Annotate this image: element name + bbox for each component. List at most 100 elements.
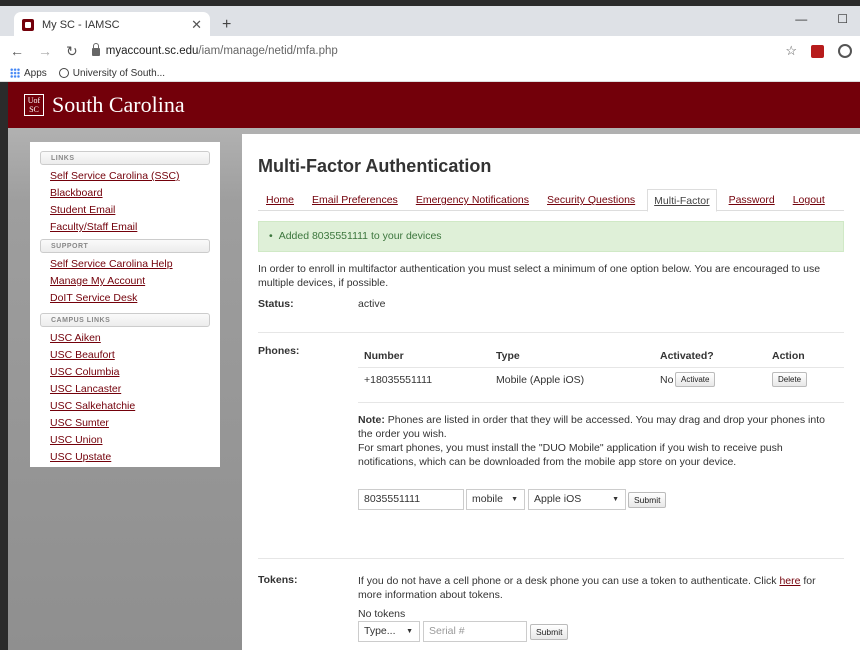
status-value: active bbox=[358, 298, 386, 310]
phone-number-input[interactable]: 8035551111 bbox=[358, 489, 464, 510]
sidebar-link-union[interactable]: USC Union bbox=[40, 432, 210, 449]
bookmark-apps[interactable]: Apps bbox=[10, 68, 47, 79]
phone-os-select-value: Apple iOS bbox=[534, 493, 582, 505]
tab-email-preferences[interactable]: Email Preferences bbox=[312, 189, 398, 210]
new-tab-icon[interactable]: + bbox=[222, 16, 231, 34]
sidebar: LINKS Self Service Carolina (SSC) Blackb… bbox=[30, 142, 220, 467]
tab-password[interactable]: Password bbox=[729, 189, 775, 210]
url-path: /iam/manage/netid/mfa.php bbox=[198, 45, 338, 57]
apps-grid-icon bbox=[10, 68, 20, 79]
site-header: Uof SC South Carolina bbox=[8, 82, 860, 128]
note-bold: Note: bbox=[358, 414, 385, 426]
dropdown-caret-icon: ▼ bbox=[511, 496, 518, 503]
col-action: Action bbox=[772, 350, 805, 362]
phones-note: Note: Phones are listed in order that th… bbox=[358, 413, 838, 469]
status-label: Status: bbox=[258, 298, 294, 310]
tab-emergency-notifications[interactable]: Emergency Notifications bbox=[416, 189, 529, 210]
tokens-text-before: If you do not have a cell phone or a des… bbox=[358, 575, 780, 587]
profile-icon[interactable] bbox=[838, 44, 852, 58]
activate-button[interactable]: Activate bbox=[675, 372, 716, 387]
browser-tabstrip: My SC - IAMSC ✕ + — ☐ bbox=[0, 6, 860, 38]
address-bar[interactable]: myaccount.sc.edu/iam/manage/netid/mfa.ph… bbox=[106, 45, 338, 57]
sidebar-link-service-desk[interactable]: DoIT Service Desk bbox=[40, 290, 210, 307]
enroll-instructions: In order to enroll in multifactor authen… bbox=[258, 263, 821, 289]
col-type: Type bbox=[496, 350, 520, 362]
minimize-icon[interactable]: — bbox=[795, 12, 807, 26]
tab-multi-factor[interactable]: Multi-Factor bbox=[647, 189, 717, 212]
serial-number-input[interactable]: Serial # bbox=[423, 621, 527, 642]
page-title: Multi-Factor Authentication bbox=[258, 156, 492, 176]
note-text-2: For smart phones, you must install the "… bbox=[358, 442, 783, 468]
tab-title: My SC - IAMSC bbox=[42, 19, 120, 31]
phone-type-select-value: mobile bbox=[472, 493, 503, 505]
browser-tab[interactable]: My SC - IAMSC ✕ bbox=[14, 12, 210, 38]
table-divider bbox=[358, 367, 844, 368]
bookmark-usc[interactable]: University of South... bbox=[58, 68, 165, 79]
sidebar-heading-campus: CAMPUS LINKS bbox=[40, 313, 210, 327]
usc-logo[interactable]: Uof SC bbox=[24, 94, 44, 116]
lock-icon bbox=[91, 43, 100, 56]
divider-2 bbox=[258, 558, 844, 559]
dropdown-caret-icon: ▼ bbox=[612, 496, 619, 503]
dropdown-caret-icon: ▼ bbox=[406, 628, 413, 635]
usc-favicon-icon bbox=[22, 19, 34, 31]
forward-arrow-icon[interactable]: → bbox=[38, 43, 52, 59]
sidebar-link-columbia[interactable]: USC Columbia bbox=[40, 364, 210, 381]
no-tokens-text: No tokens bbox=[358, 608, 406, 620]
col-number: Number bbox=[364, 350, 404, 362]
account-tabs: Home Email Preferences Emergency Notific… bbox=[258, 189, 844, 212]
sidebar-link-aiken[interactable]: USC Aiken bbox=[40, 330, 210, 347]
sidebar-heading-support: SUPPORT bbox=[40, 239, 210, 253]
logo-line1: Uof bbox=[27, 96, 41, 105]
page-viewport: Uof SC South Carolina LINKS Self Service… bbox=[8, 82, 860, 650]
sidebar-link-blackboard[interactable]: Blackboard bbox=[40, 185, 210, 202]
tab-home[interactable]: Home bbox=[266, 189, 294, 210]
sidebar-link-student-email[interactable]: Student Email bbox=[40, 202, 210, 219]
success-alert: Added 8035551111 to your devices bbox=[258, 221, 844, 252]
back-arrow-icon[interactable]: ← bbox=[10, 43, 24, 59]
bookmarks-bar: Apps University of South... bbox=[0, 66, 860, 82]
reload-icon[interactable]: ↻ bbox=[66, 43, 78, 60]
maximize-icon[interactable]: ☐ bbox=[837, 12, 848, 26]
bookmark-apps-label: Apps bbox=[24, 68, 47, 79]
window-controls: — ☐ bbox=[795, 12, 848, 26]
add-token-submit-button[interactable]: Submit bbox=[530, 624, 569, 640]
delete-button[interactable]: Delete bbox=[772, 372, 808, 387]
sidebar-link-manage-account[interactable]: Manage My Account bbox=[40, 273, 210, 290]
token-type-select[interactable]: Type... ▼ bbox=[358, 621, 420, 642]
site-name[interactable]: South Carolina bbox=[52, 92, 185, 118]
close-tab-icon[interactable]: ✕ bbox=[191, 17, 202, 33]
url-host: myaccount.sc.edu bbox=[105, 45, 199, 57]
note-text: Phones are listed in order that they wil… bbox=[358, 414, 825, 440]
phone-type: Mobile (Apple iOS) bbox=[496, 374, 585, 386]
tab-logout[interactable]: Logout bbox=[793, 189, 825, 210]
sidebar-link-salkehatchie[interactable]: USC Salkehatchie bbox=[40, 398, 210, 415]
globe-icon bbox=[58, 68, 69, 79]
sidebar-heading-links: LINKS bbox=[40, 151, 210, 165]
phone-type-select[interactable]: mobile ▼ bbox=[466, 489, 525, 510]
tab-security-questions[interactable]: Security Questions bbox=[547, 189, 635, 210]
col-activated: Activated? bbox=[660, 350, 714, 362]
phone-os-select[interactable]: Apple iOS ▼ bbox=[528, 489, 626, 510]
tokens-text: If you do not have a cell phone or a des… bbox=[358, 574, 838, 602]
sidebar-link-lancaster[interactable]: USC Lancaster bbox=[40, 381, 210, 398]
tokens-info-link[interactable]: here bbox=[779, 575, 800, 587]
sidebar-link-upstate[interactable]: USC Upstate bbox=[40, 449, 210, 466]
sidebar-link-faculty-email[interactable]: Faculty/Staff Email bbox=[40, 219, 210, 236]
phone-number: +18035551111 bbox=[364, 374, 433, 386]
sidebar-link-ssc-help[interactable]: Self Service Carolina Help bbox=[40, 256, 210, 273]
logo-line2: SC bbox=[29, 105, 39, 114]
add-phone-submit-button[interactable]: Submit bbox=[628, 492, 667, 508]
divider bbox=[258, 332, 844, 333]
browser-toolbar: ← → ↻ myaccount.sc.edu/iam/manage/netid/… bbox=[0, 36, 860, 66]
phone-activated: No bbox=[660, 374, 674, 386]
sidebar-link-ssc[interactable]: Self Service Carolina (SSC) bbox=[40, 168, 210, 185]
sidebar-link-sumter[interactable]: USC Sumter bbox=[40, 415, 210, 432]
sidebar-link-beaufort[interactable]: USC Beaufort bbox=[40, 347, 210, 364]
bookmark-star-icon[interactable]: ☆ bbox=[785, 43, 797, 59]
main-content: Multi-Factor Authentication Home Email P… bbox=[242, 134, 860, 650]
table-divider-2 bbox=[358, 402, 844, 403]
token-type-select-value: Type... bbox=[364, 625, 396, 637]
pdf-extension-icon[interactable] bbox=[811, 44, 824, 58]
tokens-label: Tokens: bbox=[258, 574, 298, 586]
